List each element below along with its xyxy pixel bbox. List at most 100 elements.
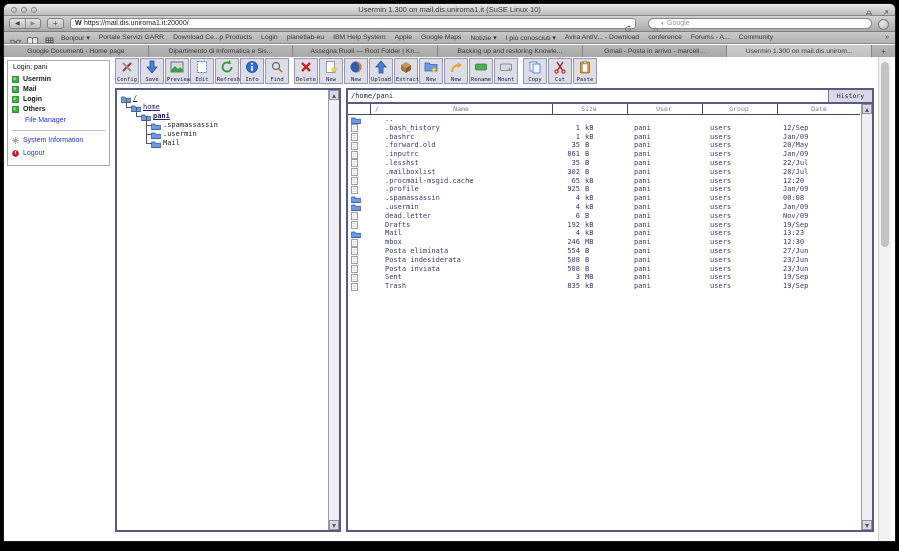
search-field[interactable]: ▾ Google bbox=[648, 18, 872, 29]
reload-icon[interactable] bbox=[624, 20, 632, 28]
tab[interactable]: Backing up and restoring Knowle... bbox=[438, 45, 583, 57]
new-tab-toolbar-button[interactable]: + bbox=[47, 18, 64, 29]
bookmark-item[interactable]: Portale Servizi GARR bbox=[99, 34, 164, 42]
top-sites-grid-icon[interactable] bbox=[44, 33, 55, 42]
toolbar-button-edit-edit[interactable]: Edit bbox=[190, 58, 214, 84]
new-tab-button[interactable]: + bbox=[872, 45, 895, 57]
tree-node[interactable]: .spamassassin bbox=[151, 121, 218, 130]
file-row[interactable]: Sent3MBpaniusers19/Sep bbox=[348, 273, 860, 282]
bookmark-item[interactable]: Apple bbox=[395, 34, 412, 42]
toolbar-button-new-newfolder[interactable]: New bbox=[419, 58, 443, 84]
toolbar-button-info-info[interactable]: Info bbox=[240, 58, 264, 84]
file-row[interactable]: Drafts192kBpaniusers19/Sep bbox=[348, 221, 860, 230]
toolbar-button-new-newfile[interactable]: New bbox=[319, 58, 343, 84]
column-header-group[interactable]: Group bbox=[709, 104, 769, 114]
tree-node-label[interactable]: pani bbox=[153, 112, 170, 121]
toolbar-button-copy-copy[interactable]: Copy bbox=[523, 58, 547, 84]
toolbar-button-new-newhtml[interactable]: New bbox=[344, 58, 368, 84]
bookmark-item[interactable]: planetlab-eu bbox=[287, 34, 324, 42]
sidebar-category-mail[interactable]: Mail bbox=[12, 84, 51, 94]
sidebar-item-logout[interactable]: Logout bbox=[12, 148, 44, 158]
file-row[interactable]: .. bbox=[348, 115, 860, 124]
file-row[interactable]: Posta inviata508Bpaniusers23/Jun bbox=[348, 265, 860, 274]
toolbar-button-find-find[interactable]: Find bbox=[265, 58, 289, 84]
toolbar-button-config-config[interactable]: Config bbox=[115, 58, 139, 84]
file-row[interactable]: .usermin4kBpaniusersJan/09 bbox=[348, 203, 860, 212]
file-row[interactable]: .mailboxlist302Bpaniusers28/Jul bbox=[348, 168, 860, 177]
toolbar-button-delete-delete[interactable]: Delete bbox=[294, 58, 318, 84]
column-header-size[interactable]: Size bbox=[559, 104, 619, 114]
bookmark-item[interactable]: Community bbox=[739, 34, 773, 42]
file-row[interactable]: .lesshst35Bpaniusers22/Jul bbox=[348, 159, 860, 168]
toolbar-button-refresh-refresh[interactable]: Refresh bbox=[215, 58, 239, 84]
sidebar-item-file-manager[interactable]: File Manager bbox=[25, 117, 66, 124]
column-header-name[interactable]: Name bbox=[431, 104, 491, 114]
sidebar-category-others[interactable]: Others bbox=[12, 104, 51, 114]
toolbar-button-mount-mount[interactable]: Mount bbox=[494, 58, 518, 84]
bookmark-item[interactable]: Avira AntiV... - Download bbox=[565, 34, 639, 42]
page-scrollbar-thumb[interactable] bbox=[881, 62, 889, 247]
back-button[interactable]: ◀ bbox=[10, 19, 25, 28]
tree-node-label[interactable]: home bbox=[143, 103, 160, 112]
tree-node-label[interactable]: / bbox=[133, 94, 137, 103]
scroll-up-button[interactable] bbox=[329, 90, 339, 100]
file-row[interactable]: mbox246MBpaniusers12:30 bbox=[348, 238, 860, 247]
scroll-down-button[interactable] bbox=[862, 520, 872, 530]
bookmarks-overflow-chevron[interactable]: » bbox=[885, 34, 889, 41]
toolbar-button-new-newlink[interactable]: New bbox=[444, 58, 468, 84]
toolbar-button-extract-extract[interactable]: Extract bbox=[394, 58, 418, 84]
toolbar-button-rename-rename[interactable]: Rename bbox=[469, 58, 493, 84]
toolbar-button-cut-cut[interactable]: Cut bbox=[548, 58, 572, 84]
toolbar-button-save-save[interactable]: Save bbox=[140, 58, 164, 84]
column-header-date[interactable]: Date bbox=[789, 104, 849, 114]
bookmark-item[interactable]: Notizie ▾ bbox=[470, 34, 496, 42]
file-row[interactable]: .inputrc861BpaniusersJan/09 bbox=[348, 150, 860, 159]
tab[interactable]: Usermin 1.300 on mail.dis.unirom... bbox=[727, 45, 872, 57]
tab[interactable]: Assegna Ruoli — Root Folder | Kn... bbox=[293, 45, 438, 57]
address-bar[interactable]: W https://mail.dis.uniroma1.it:20000/ bbox=[70, 18, 636, 29]
file-row[interactable]: Posta eliminata554Bpaniusers27/Jun bbox=[348, 247, 860, 256]
file-row[interactable]: Trash835kBpaniusers19/Sep bbox=[348, 282, 860, 291]
file-row[interactable]: Mail4kBpaniusers13:23 bbox=[348, 229, 860, 238]
toolbar-button-preview-preview[interactable]: Preview bbox=[165, 58, 189, 84]
bookmark-item[interactable]: Login bbox=[261, 34, 278, 42]
column-header-user[interactable]: User bbox=[634, 104, 694, 114]
forward-button[interactable]: ▶ bbox=[26, 19, 41, 28]
files-scrollbar[interactable] bbox=[861, 104, 872, 530]
page-scrollbar[interactable] bbox=[878, 57, 891, 541]
bookmark-item[interactable]: conference bbox=[648, 34, 682, 42]
tree-node[interactable]: .usermin bbox=[151, 130, 197, 139]
bookmark-item[interactable]: Forums - A... bbox=[691, 34, 730, 42]
tree-node[interactable]: Mail bbox=[151, 139, 180, 148]
page-curl-button[interactable] bbox=[878, 19, 889, 30]
tab[interactable]: Google Documenti - Home page bbox=[4, 45, 149, 57]
sidebar-item-system-information[interactable]: System Information bbox=[12, 135, 83, 145]
file-row[interactable]: Posta indesiderata508Bpaniusers23/Jun bbox=[348, 256, 860, 265]
bookmark-item[interactable]: Google Maps bbox=[421, 34, 461, 42]
current-path-field[interactable]: /home/pani bbox=[351, 90, 393, 102]
toolbar-button-paste-paste[interactable]: Paste bbox=[573, 58, 597, 84]
tree-scrollbar[interactable] bbox=[328, 90, 339, 530]
scroll-up-button[interactable] bbox=[862, 104, 872, 114]
sidebar-category-login[interactable]: Login bbox=[12, 94, 51, 104]
file-row[interactable]: .profile925BpaniusersJan/09 bbox=[348, 185, 860, 194]
scroll-down-button[interactable] bbox=[329, 520, 339, 530]
bookmark-item[interactable]: IBM Help System bbox=[333, 34, 386, 42]
resize-icon[interactable] bbox=[879, 6, 889, 15]
column-header-root[interactable]: / bbox=[375, 104, 379, 114]
tab[interactable]: Dipartimento di Informatica e Sis... bbox=[149, 45, 294, 57]
bookmark-item[interactable]: Download Ce...p Products bbox=[173, 34, 252, 42]
file-row[interactable]: .spamassassin4kBpaniusers00:08 bbox=[348, 194, 860, 203]
sidebar-category-usermin[interactable]: Usermin bbox=[12, 74, 51, 84]
bookmark-item[interactable]: I più conosciuti ▾ bbox=[506, 34, 556, 42]
toolbar-button-upload-upload[interactable]: Upload bbox=[369, 58, 393, 84]
bookmarks-book-icon[interactable] bbox=[27, 33, 38, 42]
reading-list-icon[interactable] bbox=[10, 33, 21, 42]
file-row[interactable]: .bashrc1kBpaniusersJan/09 bbox=[348, 133, 860, 142]
file-row[interactable]: .forward.old35Bpaniusers20/May bbox=[348, 141, 860, 150]
file-row[interactable]: .procmail-msgid.cache65kBpaniusers12:20 bbox=[348, 177, 860, 186]
tab[interactable]: Gmail - Posta in arrivo - marcell... bbox=[583, 45, 728, 57]
file-row[interactable]: dead.letter6BpaniusersNov/09 bbox=[348, 212, 860, 221]
bookmark-item[interactable]: Bonjour ▾ bbox=[61, 34, 90, 42]
file-row[interactable]: .bash_history1kBpaniusers12/Sep bbox=[348, 124, 860, 133]
